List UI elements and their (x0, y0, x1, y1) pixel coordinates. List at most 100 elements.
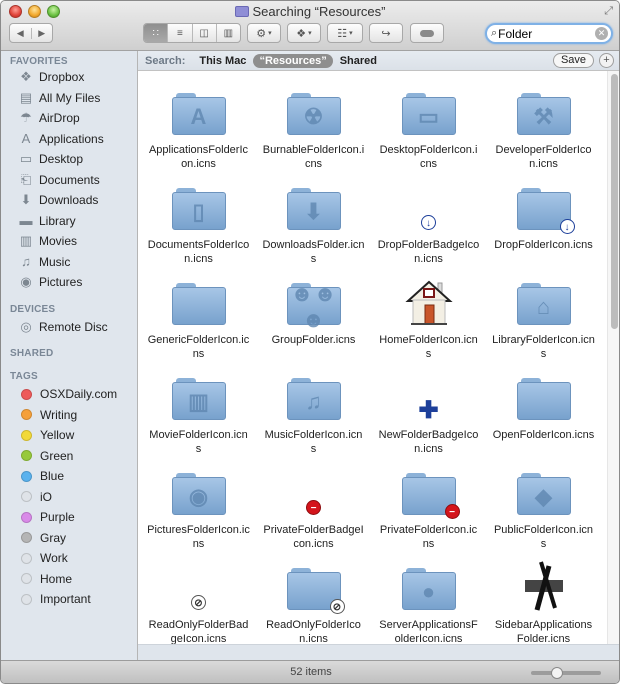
sidebar-tag-home[interactable]: Home (18, 569, 72, 589)
devices-header: DEVICES (10, 304, 56, 315)
sidebar-tag-blue[interactable]: Blue (18, 466, 64, 486)
sidebar-tag-writing[interactable]: Writing (18, 405, 77, 425)
sidebar-item-library[interactable]: ▬ Library (18, 211, 76, 231)
sidebar-item-dropbox[interactable]: ❖ Dropbox (18, 67, 84, 87)
file-icon-box: ▭ (371, 81, 486, 137)
coverflow-view-button[interactable]: ▥ (215, 24, 240, 42)
file-name: DocumentsFolderIcon.icns (147, 239, 250, 265)
file-item[interactable]: HomeFolderIcon.icns (371, 271, 486, 361)
file-item[interactable]: ▯ DocumentsFolderIcon.icns (141, 176, 256, 266)
file-item[interactable]: − PrivateFolderBadgeIcon.icns (256, 461, 371, 551)
sidebar-tag-gray[interactable]: Gray (18, 528, 66, 548)
arrange-icon: ☷ (337, 27, 348, 40)
sidebar-item-desktop[interactable]: ▭ Desktop (18, 149, 83, 169)
sidebar-item-label: Dropbox (39, 70, 85, 84)
back-button[interactable]: ◀ (10, 28, 31, 39)
file-item[interactable]: − PrivateFolderIcon.icns (371, 461, 486, 551)
file-item[interactable]: ◉ PicturesFolderIcon.icns (141, 461, 256, 551)
sidebar-item-applications[interactable]: A Applications (18, 129, 104, 149)
file-item[interactable]: ♫ MusicFolderIcon.icns (256, 366, 371, 456)
sidebar-tag-yellow[interactable]: Yellow (18, 425, 74, 445)
file-name: ReadOnlyFolderIcon.icns (266, 619, 361, 644)
file-item[interactable]: ● ServerApplicationsFolderIcon.icns (371, 556, 486, 644)
sidebar-tag-purple[interactable]: Purple (18, 507, 75, 527)
file-item[interactable]: ▭ DesktopFolderIcon.icns (371, 81, 486, 171)
fullscreen-icon[interactable]: ⤢ (604, 5, 613, 18)
file-item[interactable]: SidebarApplicationsFolder.icns (486, 556, 601, 644)
sidebar-item-documents[interactable]: ⎗ Documents (18, 170, 100, 190)
icon-view-button[interactable]: ∷ (144, 24, 168, 42)
sidebar-tag-work[interactable]: Work (18, 548, 68, 568)
sidebar-tag-label: iO (40, 489, 52, 504)
desktop-folder-icon: ▭ (401, 93, 456, 135)
search-label: Search: (145, 54, 186, 67)
folder-glyph-icon: ▥ (188, 389, 209, 414)
save-search-button[interactable]: Save (553, 53, 594, 68)
item-count: 52 items (290, 666, 332, 678)
sidebar-item-remote-disc[interactable]: ◎ Remote Disc (18, 317, 107, 337)
file-item[interactable]: ⊘ ReadOnlyFolderBadgeIcon.icns (141, 556, 256, 644)
file-item[interactable]: GenericFolderIcon.icns (141, 271, 256, 361)
sidebar-tag-io[interactable]: iO (18, 487, 52, 507)
developer-folder-icon: ⚒ (516, 93, 571, 135)
column-view-button[interactable]: ◫ (191, 24, 216, 42)
search-input[interactable] (498, 26, 585, 41)
readonly-folder-icon: ⊘ (286, 568, 345, 614)
file-icon-box: − (256, 461, 371, 517)
sidebar-tag-green[interactable]: Green (18, 446, 73, 466)
file-item[interactable]: OpenFolderIcon.icns (486, 366, 601, 442)
sidebar-tag-osxdaily-com[interactable]: OSXDaily.com (18, 384, 117, 404)
sidebar-item-label: Documents (39, 172, 100, 187)
action-menu-button[interactable]: ⚙ ▾ (247, 23, 281, 43)
vertical-scrollbar[interactable] (607, 71, 619, 644)
file-name: GroupFolder.icns (271, 334, 356, 346)
sidebar-item-pictures[interactable]: ◉ Pictures (18, 272, 82, 292)
file-item[interactable]: ⚒ DeveloperFolderIcon.icns (486, 81, 601, 171)
file-item[interactable]: ▥ MovieFolderIcon.icns (141, 366, 256, 456)
file-icon-box: − (371, 461, 486, 519)
sidebar-item-all-my-files[interactable]: ▤ All My Files (18, 88, 101, 108)
file-item[interactable]: ⌂ LibraryFolderIcon.icns (486, 271, 601, 361)
forward-button[interactable]: ▶ (30, 27, 53, 39)
file-item[interactable]: ◆ PublicFolderIcon.icns (486, 461, 601, 551)
file-item[interactable]: ⬇ DownloadsFolder.icns (256, 176, 371, 266)
file-item[interactable]: ⊘ ReadOnlyFolderIcon.icns (256, 556, 371, 644)
file-item[interactable]: ↓ DropFolderIcon.icns (486, 176, 601, 252)
share-button[interactable]: ↪ (369, 23, 403, 43)
search-field[interactable]: ⌕ ✕ (485, 23, 613, 44)
scope-this-mac[interactable]: This Mac (199, 55, 246, 67)
file-item[interactable]: ☢ BurnableFolderIcon.icns (256, 81, 371, 171)
scrollbar-thumb[interactable] (611, 74, 618, 329)
file-item[interactable]: A ApplicationsFolderIcon.icns (141, 81, 256, 171)
sidebar-item-movies[interactable]: ▥ Movies (18, 231, 77, 251)
clear-search-icon[interactable]: ✕ (595, 27, 608, 40)
scope-resources[interactable]: “Resources” (253, 53, 333, 68)
blue-badge-icon: ↓ (559, 219, 575, 234)
dropbox-menu-button[interactable]: ❖ ▾ (287, 23, 321, 43)
file-item[interactable]: ☻☻☻ GroupFolder.icns (256, 271, 371, 347)
folder-glyph-icon (517, 386, 571, 418)
sidebar-item-downloads[interactable]: ⬇ Downloads (18, 190, 99, 210)
sidebar-item-airdrop[interactable]: ☂ AirDrop (18, 108, 80, 128)
sidebar-tag-important[interactable]: Important (18, 589, 91, 609)
favorites-header: FAVORITES (10, 56, 68, 67)
sidebar-item-label: AirDrop (39, 111, 80, 125)
add-criteria-button[interactable]: + (599, 53, 614, 68)
list-view-button[interactable]: ≡ (167, 24, 191, 42)
tags-button[interactable] (410, 23, 444, 43)
downloads-icon: ⬇ (20, 192, 32, 207)
sidebar-item-music[interactable]: ♫ Music (18, 252, 70, 272)
file-item[interactable]: ↓ DropFolderBadgeIcon.icns (371, 176, 486, 266)
scope-shared[interactable]: Shared (340, 55, 377, 67)
file-item[interactable]: ✚ NewFolderBadgeIcon.icns (371, 366, 486, 456)
sidebar-item-label: Applications (39, 131, 104, 146)
icon-size-slider[interactable] (531, 667, 601, 679)
file-name: PrivateFolderBadgeIcon.icns (263, 524, 364, 550)
documents-icon: ⎗ (20, 171, 32, 187)
private-folder-icon: − (401, 473, 460, 519)
arrange-menu-button[interactable]: ☷ ▾ (327, 23, 363, 43)
dropbox-icon: ❖ (296, 27, 307, 40)
red-badge-icon: − (444, 504, 460, 519)
slider-knob[interactable] (551, 667, 564, 679)
folder-glyph-icon: ☻☻☻ (290, 281, 337, 332)
